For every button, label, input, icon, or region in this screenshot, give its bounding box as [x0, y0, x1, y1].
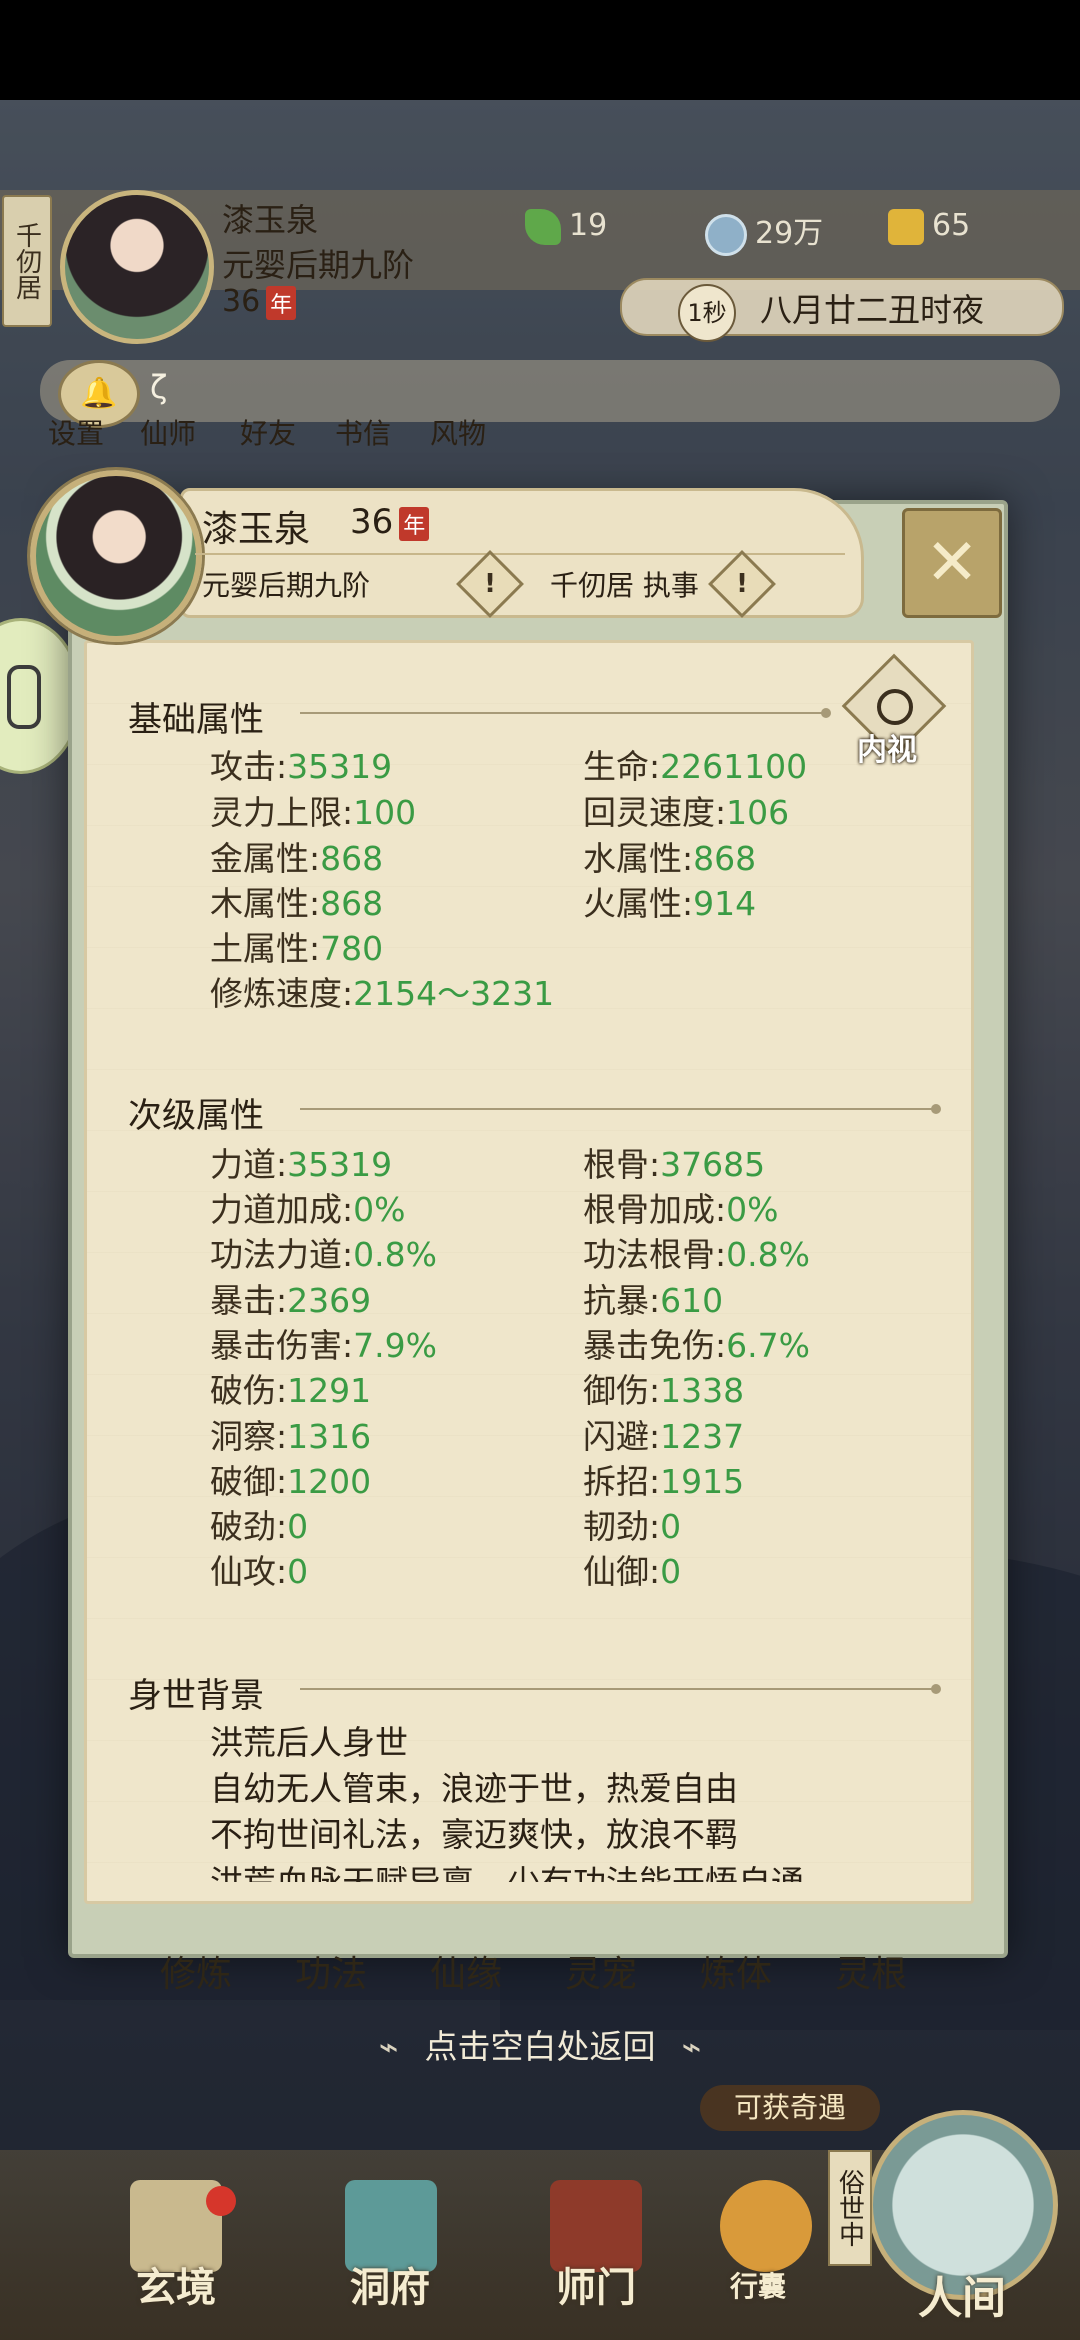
nav-dongfu[interactable]: 洞府: [350, 2255, 430, 2313]
adventure-button[interactable]: 可获奇遇: [700, 2085, 880, 2131]
section-divider: [300, 1104, 941, 1114]
menu-scenery[interactable]: 风物: [430, 412, 486, 452]
cloud-ornament-icon: ⌁: [681, 2027, 702, 2066]
stat-attack: 攻击:35319: [210, 747, 393, 786]
stat-counter: 拆招:1915: [583, 1462, 745, 1501]
menu-settings[interactable]: 设置: [48, 412, 104, 452]
stat-technique-strength: 功法力道:0.8%: [210, 1235, 437, 1274]
pouch-icon: [720, 2180, 812, 2272]
stat-strength: 力道:35319: [210, 1145, 393, 1184]
stat-wood: 木属性:868: [210, 884, 384, 923]
tap-to-return-hint[interactable]: ⌁ 点击空白处返回 ⌁: [0, 2020, 1080, 2068]
gold-ingot-icon: [888, 208, 924, 245]
close-button[interactable]: ✕: [902, 508, 1002, 618]
tab-pet[interactable]: 灵宠: [565, 1945, 637, 1997]
stat-earth: 土属性:780: [210, 929, 384, 968]
stat-insight: 洞察:1316: [210, 1417, 372, 1456]
section-divider: [300, 1684, 941, 1694]
stat-armor-break: 破御:1200: [210, 1462, 372, 1501]
stat-crit-damage: 暴击伤害:7.9%: [210, 1326, 437, 1365]
inner-view-label: 内视: [857, 733, 917, 768]
stat-mana-regen: 回灵速度:106: [583, 793, 790, 832]
inner-view-button[interactable]: 内视: [841, 653, 947, 768]
nav-xuanjing[interactable]: 玄境: [136, 2255, 216, 2313]
character-age: 36 年: [350, 502, 430, 542]
background-line: 洪荒后人身世: [210, 1723, 408, 1762]
nav-xingnang[interactable]: 行囊: [730, 2265, 786, 2305]
resource-jade[interactable]: 19: [525, 208, 607, 245]
stat-technique-constitution: 功法根骨:0.8%: [583, 1235, 810, 1274]
tab-fate[interactable]: 仙缘: [430, 1945, 502, 1997]
background-line: 不拘世间礼法，豪迈爽快，放浪不羁: [210, 1815, 738, 1854]
stat-immortal-attack: 仙攻:0: [210, 1552, 309, 1591]
basic-attributes-title: 基础属性: [128, 700, 264, 740]
menu-friends[interactable]: 好友: [240, 412, 296, 452]
stat-crit: 暴击:2369: [210, 1281, 372, 1320]
resource-gold[interactable]: 65: [888, 208, 970, 245]
stat-dodge: 闪避:1237: [583, 1417, 745, 1456]
world-status-tag: 俗世中: [828, 2150, 872, 2266]
stat-mana-cap: 灵力上限:100: [210, 793, 417, 832]
close-icon: ✕: [925, 526, 979, 600]
nav-renjian[interactable]: 人间: [918, 2262, 1006, 2326]
stat-metal: 金属性:868: [210, 839, 384, 878]
game-date: 八月廿二丑时夜: [760, 291, 985, 329]
player-name: 漆玉泉: [222, 201, 319, 239]
gamepad-icon: [7, 665, 41, 729]
leaf-icon: [525, 208, 561, 245]
stat-cultivation-speed: 修炼速度:2154～3231: [210, 974, 555, 1013]
menu-letters[interactable]: 书信: [335, 412, 391, 452]
tab-spirit-root[interactable]: 灵根: [835, 1945, 907, 1997]
stat-immortal-defense: 仙御:0: [583, 1552, 682, 1591]
stat-break-force: 破劲:0: [210, 1507, 309, 1546]
player-age: 36 年: [222, 284, 297, 320]
background-overflow-clip: 洪荒血脉天赋异禀，少有功法能开悟自通: [84, 1856, 968, 1882]
stat-fire: 火属性:914: [583, 884, 757, 923]
section-divider: [300, 708, 831, 718]
resource-coins[interactable]: 29万: [705, 208, 823, 256]
stat-crit-damage-reduction: 暴击免伤:6.7%: [583, 1326, 810, 1365]
nav-shimen[interactable]: 师门: [556, 2255, 636, 2313]
secondary-attributes-title: 次级属性: [128, 1096, 264, 1136]
time-speed-button[interactable]: 1秒: [678, 284, 736, 342]
eye-pupil: [877, 689, 913, 725]
stat-hp: 生命:2261100: [583, 747, 808, 786]
notification-dot: [206, 2186, 236, 2216]
stat-toughness: 韧劲:0: [583, 1507, 682, 1546]
coin-icon: [705, 213, 747, 256]
player-avatar[interactable]: [60, 190, 214, 344]
background-line: 自幼无人管束，浪迹于世，热爱自由: [210, 1769, 738, 1808]
stat-damage-defense: 御伤:1338: [583, 1371, 745, 1410]
location-tag[interactable]: 千仞居: [2, 195, 52, 327]
background-title: 身世背景: [128, 1676, 264, 1716]
stat-strength-bonus: 力道加成:0%: [210, 1190, 406, 1229]
stat-water: 水属性:868: [583, 839, 757, 878]
character-avatar: [30, 470, 202, 642]
stat-pierce-damage: 破伤:1291: [210, 1371, 372, 1410]
tab-body-refine[interactable]: 炼体: [700, 1945, 772, 1997]
cloud-ornament-icon: ⌁: [378, 2027, 399, 2066]
player-realm: 元婴后期九阶: [222, 246, 415, 284]
stat-crit-resist: 抗暴:610: [583, 1281, 724, 1320]
notice-text: ζ: [150, 368, 168, 406]
tab-cultivate[interactable]: 修炼: [160, 1945, 232, 1997]
stat-constitution: 根骨:37685: [583, 1145, 766, 1184]
tab-technique[interactable]: 功法: [295, 1945, 367, 1997]
stat-constitution-bonus: 根骨加成:0%: [583, 1190, 779, 1229]
background-line: 洪荒血脉天赋异禀，少有功法能开悟自通: [210, 1856, 804, 1882]
character-name: 漆玉泉: [202, 509, 311, 550]
character-sect: 千仞居 执事: [550, 569, 699, 602]
menu-master[interactable]: 仙师: [140, 412, 196, 452]
character-realm: 元婴后期九阶: [202, 569, 371, 602]
